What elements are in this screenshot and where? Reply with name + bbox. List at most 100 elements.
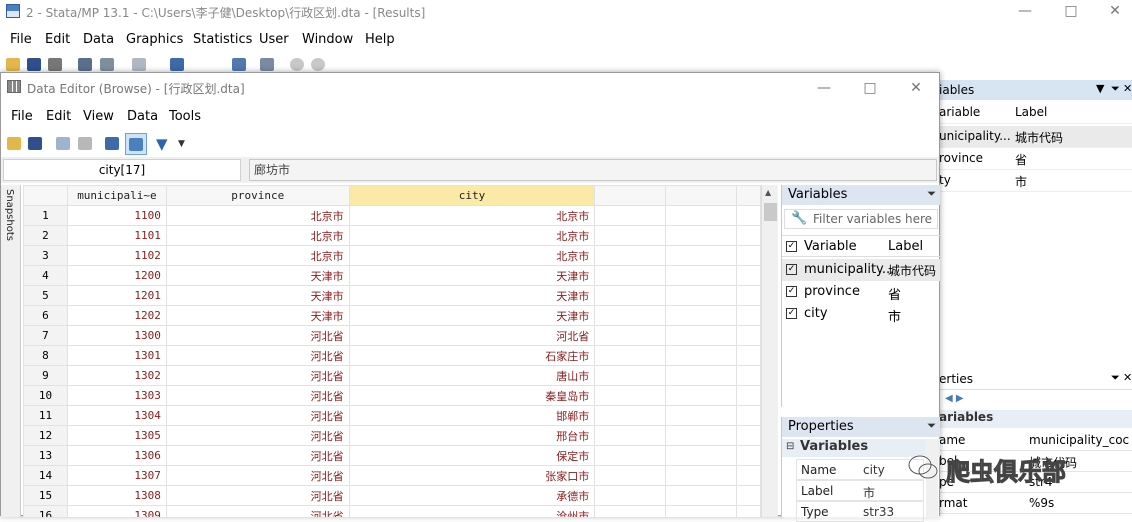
maximize-button[interactable]: □	[1056, 1, 1086, 21]
menu-graphics[interactable]: Graphics	[126, 32, 183, 47]
do-file-editor-icon[interactable]	[170, 58, 184, 71]
cell-empty[interactable]	[665, 245, 737, 266]
pin-icon[interactable]: ⏷	[927, 419, 936, 433]
table-row[interactable]: 13 1306 河北省 保定市	[23, 445, 761, 466]
cell-empty[interactable]	[594, 225, 667, 246]
cell-municipality-code[interactable]: 1305	[66, 425, 167, 446]
menu-edit[interactable]: Edit	[45, 32, 70, 47]
chevron-down-icon[interactable]: ▼	[178, 139, 185, 149]
table-row[interactable]: 5 1201 天津市 天津市	[23, 285, 761, 306]
variable-checkbox[interactable]: ✓	[786, 308, 797, 319]
menu-view[interactable]: View	[83, 109, 114, 124]
cell-empty[interactable]	[665, 485, 737, 506]
cell-empty[interactable]	[665, 425, 737, 446]
cell-empty[interactable]	[594, 305, 667, 326]
cell-city[interactable]: 北京市	[348, 205, 596, 226]
cell-municipality-code[interactable]: 1101	[66, 225, 167, 246]
cell-province[interactable]: 天津市	[165, 305, 350, 326]
maximize-button[interactable]: □	[855, 78, 885, 98]
cell-empty[interactable]	[594, 445, 667, 466]
cell-city[interactable]: 承德市	[348, 485, 596, 506]
cell-municipality-code[interactable]: 1301	[66, 345, 167, 366]
cell-empty[interactable]	[735, 365, 761, 386]
table-row[interactable]: 12 1305 河北省 邢台市	[23, 425, 761, 446]
open-icon[interactable]	[6, 58, 20, 71]
table-row[interactable]: 4 1200 天津市 天津市	[23, 265, 761, 286]
cell-city[interactable]: 邢台市	[348, 425, 596, 446]
variable-checkbox[interactable]: ✓	[786, 264, 797, 275]
cell-empty[interactable]	[594, 465, 667, 486]
cell-city[interactable]: 北京市	[348, 245, 596, 266]
list-item[interactable]: unicipality... 城市代码	[939, 126, 1132, 148]
cell-empty[interactable]	[735, 265, 761, 286]
cell-municipality-code[interactable]: 1309	[66, 505, 167, 517]
list-item[interactable]: ty 市	[939, 170, 1132, 192]
graph-icon[interactable]	[132, 58, 146, 71]
cell-empty[interactable]	[735, 405, 761, 426]
cell-city[interactable]: 天津市	[348, 285, 596, 306]
pin-icon[interactable]: ⏷	[1111, 371, 1120, 385]
pin-icon[interactable]: ⏷	[1111, 82, 1120, 96]
cell-empty[interactable]	[735, 385, 761, 406]
nav-arrows-icon[interactable]: ◀ ▶	[945, 393, 964, 404]
cell-empty[interactable]	[665, 385, 737, 406]
cell-province[interactable]: 河北省	[165, 405, 350, 426]
table-row[interactable]: 10 1303 河北省 秦皇岛市	[23, 385, 761, 406]
cell-city[interactable]: 天津市	[348, 305, 596, 326]
edit-icon[interactable]	[105, 137, 119, 150]
property-row[interactable]: Type str33	[796, 501, 924, 522]
cell-empty[interactable]	[594, 485, 667, 506]
cell-municipality-code[interactable]: 1302	[66, 365, 167, 386]
cell-province[interactable]: 河北省	[165, 325, 350, 346]
cell-city[interactable]: 唐山市	[348, 365, 596, 386]
cell-province[interactable]: 河北省	[165, 485, 350, 506]
cell-province[interactable]: 河北省	[165, 345, 350, 366]
cell-municipality-code[interactable]: 1201	[66, 285, 167, 306]
menu-data[interactable]: Data	[127, 109, 158, 124]
cell-empty[interactable]	[735, 285, 761, 306]
cell-municipality-code[interactable]: 1100	[66, 205, 167, 226]
log-icon[interactable]	[78, 58, 92, 71]
cell-province[interactable]: 天津市	[165, 265, 350, 286]
cell-empty[interactable]	[665, 225, 737, 246]
cell-empty[interactable]	[735, 465, 761, 486]
close-icon[interactable]: ✕	[1123, 82, 1132, 95]
cell-province[interactable]: 河北省	[165, 505, 350, 517]
menu-statistics[interactable]: Statistics	[193, 32, 252, 47]
cell-empty[interactable]	[665, 405, 737, 426]
scrollbar-thumb[interactable]	[764, 203, 777, 221]
filter-variables-input[interactable]: 🔧 Filter variables here	[784, 209, 938, 229]
paste-icon[interactable]	[78, 137, 92, 150]
cell-city[interactable]: 石家庄市	[348, 345, 596, 366]
cell-city[interactable]: 邯郸市	[348, 405, 596, 426]
cell-province[interactable]: 河北省	[165, 365, 350, 386]
cell-province[interactable]: 天津市	[165, 285, 350, 306]
cell-empty[interactable]	[665, 325, 737, 346]
cell-empty[interactable]	[594, 265, 667, 286]
cell-empty[interactable]	[735, 425, 761, 446]
open-icon[interactable]	[7, 137, 21, 150]
cell-empty[interactable]	[594, 205, 667, 226]
cell-empty[interactable]	[735, 305, 761, 326]
cell-city[interactable]: 河北省	[348, 325, 596, 346]
cell-empty[interactable]	[594, 325, 667, 346]
cell-empty[interactable]	[665, 285, 737, 306]
cell-province[interactable]: 河北省	[165, 425, 350, 446]
menu-tools[interactable]: Tools	[169, 109, 201, 124]
cell-empty[interactable]	[665, 345, 737, 366]
table-row[interactable]: 8 1301 河北省 石家庄市	[23, 345, 761, 366]
cell-name-box[interactable]: city[17]	[3, 159, 241, 181]
table-row[interactable]: 16 1309 河北省 沧州市	[23, 505, 761, 517]
menu-help[interactable]: Help	[365, 32, 395, 47]
cell-empty[interactable]	[735, 325, 761, 346]
cell-empty[interactable]	[665, 265, 737, 286]
cell-city[interactable]: 沧州市	[348, 505, 596, 517]
col-variable-label[interactable]: Variable	[804, 239, 857, 254]
save-icon[interactable]	[27, 58, 41, 71]
select-all-checkbox[interactable]: ✓	[786, 241, 797, 252]
cell-empty[interactable]	[665, 205, 737, 226]
table-row[interactable]: 11 1304 河北省 邯郸市	[23, 405, 761, 426]
cell-empty[interactable]	[594, 285, 667, 306]
table-row[interactable]: 15 1308 河北省 承德市	[23, 485, 761, 506]
vertical-scrollbar[interactable]: ▲	[761, 185, 778, 517]
